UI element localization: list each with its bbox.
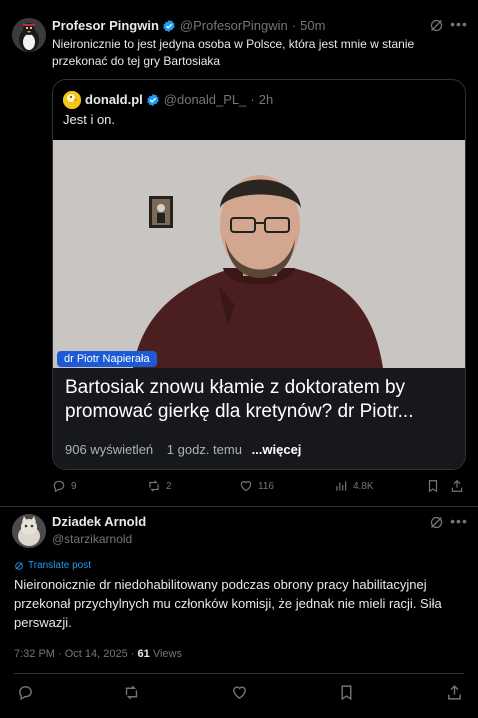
post-meta: 7:32 PM · Oct 14, 2025 · 61 Views xyxy=(14,648,182,660)
video-channel-badge: dr Piotr Napierała xyxy=(57,351,157,367)
like-count: 116 xyxy=(258,480,274,492)
tweet2-header: Dziadek Arnold xyxy=(52,514,146,529)
post-time[interactable]: 50m xyxy=(300,18,325,33)
more-options-icon[interactable]: ••• xyxy=(450,16,468,34)
views-chart-icon xyxy=(336,481,347,491)
share-button[interactable] xyxy=(446,684,463,701)
quote-author-name[interactable]: donald.pl xyxy=(85,92,143,107)
like-button[interactable] xyxy=(231,684,248,701)
duck-logo-icon xyxy=(63,91,81,109)
reply-icon xyxy=(53,480,65,493)
tweet-actions: 9 2 116 4.8K xyxy=(52,479,467,497)
translate-post-link[interactable]: Translate post xyxy=(14,560,91,571)
quoted-tweet[interactable]: donald.pl @donald_PL_ · 2h Jest i on. dr… xyxy=(52,79,466,470)
repost-icon xyxy=(149,480,159,492)
translate-icon xyxy=(15,561,23,570)
separator: · xyxy=(250,92,255,107)
video-card[interactable]: Bartosiak znowu kłamie z doktoratem by p… xyxy=(53,368,465,469)
share-icon xyxy=(451,479,463,492)
video-card-title-line2: promować gierkę dla kretynów? dr Piotr..… xyxy=(65,401,414,422)
views-count: 4.8K xyxy=(353,480,374,492)
tweet-divider xyxy=(0,506,478,507)
repost-button[interactable] xyxy=(123,684,140,701)
reply-button[interactable]: 9 xyxy=(52,479,77,493)
verified-badge-icon xyxy=(147,93,159,106)
video-more-link[interactable]: ...więcej xyxy=(252,442,302,457)
bookmark-icon xyxy=(341,685,352,701)
views-count: 61 xyxy=(137,648,150,660)
share-button[interactable] xyxy=(450,479,464,493)
bookmark-button[interactable] xyxy=(426,479,440,493)
tweet-text: Nieironoicznie dr niedohabilitowany podc… xyxy=(14,577,442,630)
views-button[interactable]: 4.8K xyxy=(334,479,374,493)
avatar[interactable] xyxy=(12,514,46,548)
video-card-title[interactable]: Bartosiak znowu kłamie z doktoratem by p… xyxy=(65,376,457,424)
tweet2-actions xyxy=(0,684,478,706)
tweet-text: Nieironicznie to jest jedyna osoba w Pol… xyxy=(52,37,415,68)
author-name[interactable]: Dziadek Arnold xyxy=(52,514,146,529)
grok-icon[interactable] xyxy=(429,515,444,530)
author-handle[interactable]: @starzikarnold xyxy=(52,532,132,546)
reply-icon xyxy=(19,686,32,701)
bookmark-icon xyxy=(428,480,438,493)
tweet-1: Profesor Pingwin @ProfesorPingwin · 50m … xyxy=(0,0,478,506)
separator: · xyxy=(291,18,297,33)
video-views: 906 wyświetleń xyxy=(65,442,154,457)
video-card-meta: 906 wyświetleń 1 godz. temu ...więcej xyxy=(65,442,301,457)
quote-author-handle[interactable]: @donald_PL_ xyxy=(164,92,247,107)
video-frame-image xyxy=(53,140,465,368)
quote-text: Jest i on. xyxy=(63,112,116,127)
repost-icon xyxy=(125,685,138,700)
verified-badge-icon xyxy=(163,19,175,32)
quote-avatar[interactable] xyxy=(63,91,81,109)
heart-icon xyxy=(233,686,246,700)
quote-time[interactable]: 2h xyxy=(259,92,273,107)
translate-label: Translate post xyxy=(28,560,91,571)
views-label: Views xyxy=(149,648,182,660)
video-thumbnail[interactable]: dr Piotr Napierała xyxy=(53,140,465,368)
bookmark-button[interactable] xyxy=(338,684,355,701)
video-card-title-line1: Bartosiak znowu kłamie z doktoratem by xyxy=(65,377,406,398)
avatar-cat-image xyxy=(12,514,46,548)
video-time: 1 godz. temu xyxy=(166,442,242,457)
repost-count: 2 xyxy=(166,480,172,492)
more-options-icon[interactable]: ••• xyxy=(450,513,468,531)
repost-button[interactable]: 2 xyxy=(147,479,172,493)
avatar[interactable] xyxy=(12,18,46,52)
grok-icon[interactable] xyxy=(429,18,444,33)
quote-header: donald.pl @donald_PL_ · 2h xyxy=(85,92,273,107)
reply-count: 9 xyxy=(71,480,77,492)
reply-button[interactable] xyxy=(17,684,34,701)
tweet-header: Profesor Pingwin @ProfesorPingwin · 50m xyxy=(52,18,325,33)
share-icon xyxy=(448,685,461,700)
avatar-penguin-image xyxy=(12,18,46,52)
actions-divider xyxy=(14,673,464,674)
author-name[interactable]: Profesor Pingwin xyxy=(52,18,159,33)
like-button[interactable]: 116 xyxy=(239,479,274,493)
post-timestamp[interactable]: 7:32 PM · Oct 14, 2025 · xyxy=(14,648,138,660)
heart-icon xyxy=(240,481,252,492)
author-handle[interactable]: @ProfesorPingwin xyxy=(180,18,288,33)
